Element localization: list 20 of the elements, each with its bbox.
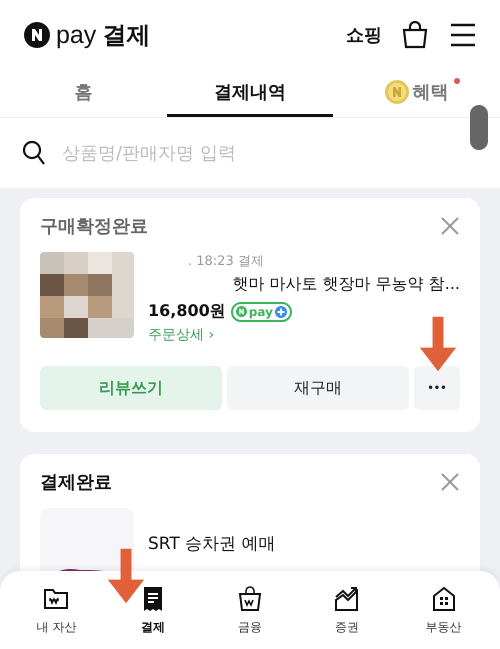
page-title: 결제 bbox=[102, 20, 150, 51]
nav-item[interactable]: 증권 bbox=[306, 584, 387, 636]
brand-name: pay bbox=[56, 20, 96, 50]
more-button[interactable]: ••• bbox=[414, 366, 460, 410]
order-detail-link[interactable]: 주문상세 › bbox=[148, 326, 460, 344]
tab[interactable]: 결제내역 bbox=[166, 70, 334, 117]
order-status: 결제완료 bbox=[40, 471, 112, 494]
search-field[interactable]: 상품명/판매자명 입력 bbox=[60, 142, 478, 164]
rebuy-button[interactable]: 재구매 bbox=[227, 366, 409, 410]
price: 16,800원 bbox=[148, 301, 226, 322]
payment-time: . 18:23 결제 bbox=[188, 253, 265, 270]
npay-plus-badge: pay bbox=[230, 302, 292, 322]
product-name: 햇마 마사토 햇장마 무농약 참... bbox=[231, 274, 460, 295]
tab[interactable]: 홈 bbox=[0, 70, 167, 117]
nav-item[interactable]: 내 자산 bbox=[16, 584, 96, 636]
order-status: 구매확정완료 bbox=[40, 215, 148, 238]
product-name: SRT 승차권 예매 bbox=[148, 533, 276, 556]
shopping-link[interactable]: 쇼핑 bbox=[346, 23, 382, 47]
nav-item[interactable]: 금융 bbox=[210, 584, 290, 636]
nav-item[interactable]: 부동산 bbox=[404, 584, 484, 636]
